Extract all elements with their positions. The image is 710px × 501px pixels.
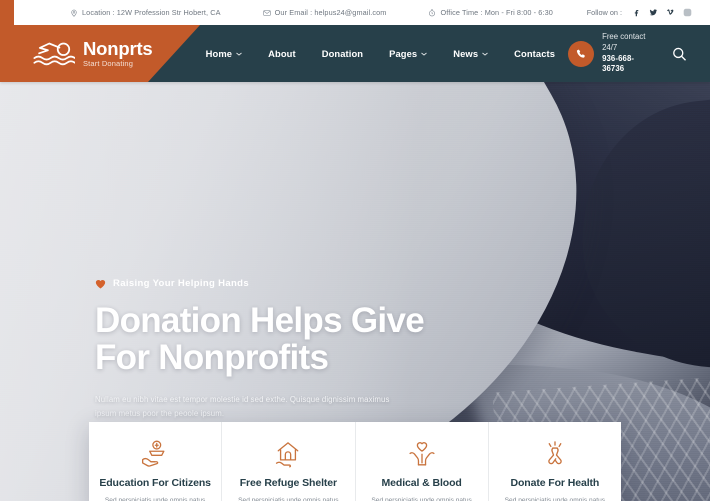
feature-card-desc: Sed perspiciatis unde omnis natus tem xyxy=(371,497,472,501)
feature-card-health[interactable]: Donate For Health Sed perspiciatis unde … xyxy=(489,422,621,501)
navbar-right-group: Free contact 24/7 936-668-36736 xyxy=(568,32,710,74)
feature-card-title: Free Refuge Shelter xyxy=(239,477,338,489)
feature-card-medical[interactable]: Medical & Blood Sed perspiciatis unde om… xyxy=(356,422,489,501)
twitter-icon[interactable] xyxy=(649,8,658,17)
nav-item-about[interactable]: About xyxy=(255,42,309,65)
clock-icon xyxy=(428,9,436,17)
hero-title-line2: For Nonprofits xyxy=(95,338,329,378)
topbar-location-text: Location : 12W Profession Str Hobert, CA xyxy=(82,8,221,17)
free-contact-block[interactable]: Free contact 24/7 936-668-36736 xyxy=(568,32,655,74)
nav-item-donation-label: Donation xyxy=(321,48,364,59)
topbar-email[interactable]: Our Email : helpus24@gmail.com xyxy=(262,8,387,17)
feature-card-title: Medical & Blood xyxy=(381,477,462,489)
topbar-office-time-text: Office Time : Mon - Fri 8:00 - 6:30 xyxy=(440,8,553,17)
free-contact-number: 936-668-36736 xyxy=(602,53,635,74)
nav-item-news-label: News xyxy=(453,48,479,59)
topbar-social-group: Follow on : xyxy=(587,8,692,17)
feature-card-desc: Sed perspiciatis unde omnis natus tem xyxy=(104,497,206,501)
nav-item-about-label: About xyxy=(268,48,296,59)
hero-title: Donation Helps Give For Nonprofits xyxy=(95,302,425,377)
facebook-icon[interactable] xyxy=(632,8,641,17)
feature-card-title: Donate For Health xyxy=(510,477,600,489)
page-root: Location : 12W Profession Str Hobert, CA… xyxy=(0,0,710,501)
envelope-icon xyxy=(262,9,271,17)
feature-card-desc: Sed perspiciatis unde omnis natus tem xyxy=(238,497,339,501)
topbar-location: Location : 12W Profession Str Hobert, CA xyxy=(70,8,221,17)
brand-logo[interactable]: Nonprts Start Donating xyxy=(0,39,175,69)
topbar-orange-accent xyxy=(0,0,14,25)
feature-card-title: Education For Citizens xyxy=(99,477,211,489)
feature-card-desc: Sed perspiciatis unde omnis natus tem xyxy=(504,497,606,501)
top-info-bar: Location : 12W Profession Str Hobert, CA… xyxy=(0,0,710,25)
nav-item-pages[interactable]: Pages xyxy=(376,42,440,65)
primary-navigation: Home About Donation Pages News Contacts xyxy=(193,42,568,65)
main-navbar: Nonprts Start Donating Home About Donati… xyxy=(0,25,710,82)
nav-item-donation[interactable]: Donation xyxy=(309,42,376,65)
hands-heart-icon xyxy=(407,438,437,468)
handshake-icon xyxy=(540,438,570,468)
feature-card-shelter[interactable]: Free Refuge Shelter Sed perspiciatis und… xyxy=(222,422,356,501)
map-pin-icon xyxy=(70,9,78,17)
hero-title-line1: Donation Helps Give xyxy=(95,301,425,340)
brand-name: Nonprts xyxy=(83,37,153,59)
hand-home-icon xyxy=(273,438,303,468)
nav-item-contacts-label: Contacts xyxy=(514,48,556,59)
instagram-icon[interactable] xyxy=(683,8,692,17)
hero-eyebrow-text: Raising Your Helping Hands xyxy=(113,278,249,289)
search-icon[interactable] xyxy=(671,45,688,63)
nav-item-news[interactable]: News xyxy=(440,42,501,65)
chevron-down-icon xyxy=(236,52,242,56)
feature-cards: Education For Citizens Sed perspiciatis … xyxy=(89,422,621,501)
nav-item-home[interactable]: Home xyxy=(193,42,255,65)
heart-icon xyxy=(95,279,106,289)
nav-item-home-label: Home xyxy=(205,48,233,59)
swimmer-waves-logo-icon xyxy=(33,39,75,69)
follow-on-label: Follow on : xyxy=(586,8,622,17)
free-contact-label: Free contact 24/7 xyxy=(602,32,646,52)
nav-item-contacts[interactable]: Contacts xyxy=(501,42,568,65)
nav-item-pages-label: Pages xyxy=(389,48,418,59)
hand-coin-icon xyxy=(140,438,170,468)
topbar-office-time: Office Time : Mon - Fri 8:00 - 6:30 xyxy=(428,8,553,17)
feature-card-education[interactable]: Education For Citizens Sed perspiciatis … xyxy=(89,422,223,501)
hero-description: Nullam eu nibh vitae est tempor molestie… xyxy=(95,394,390,418)
vimeo-icon[interactable] xyxy=(666,8,675,17)
chevron-down-icon xyxy=(482,52,488,56)
topbar-email-text: Our Email : helpus24@gmail.com xyxy=(274,8,387,17)
hero-eyebrow: Raising Your Helping Hands xyxy=(95,278,425,289)
phone-icon xyxy=(568,40,595,67)
chevron-down-icon xyxy=(421,52,428,56)
brand-tagline: Start Donating xyxy=(83,59,134,68)
